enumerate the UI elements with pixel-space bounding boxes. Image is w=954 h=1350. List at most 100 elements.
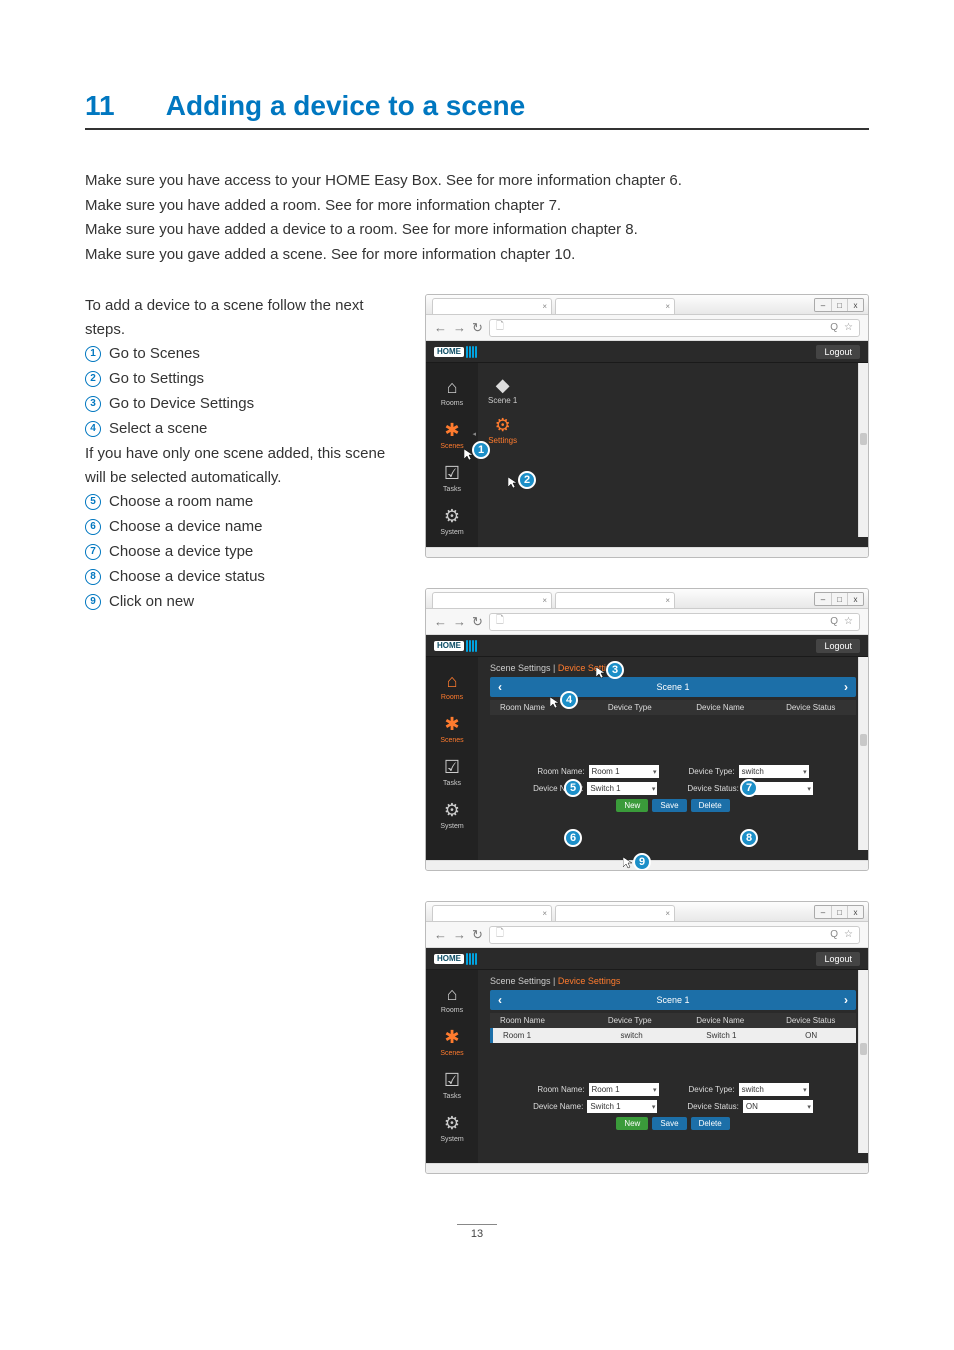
logout-button[interactable]: Logout [816, 639, 860, 653]
delete-button[interactable]: Delete [691, 1117, 730, 1130]
search-icon[interactable]: Q [830, 616, 838, 627]
device-type-select[interactable]: switch [739, 1083, 809, 1096]
bookmark-icon[interactable]: ☆ [844, 322, 853, 333]
new-button[interactable]: New [616, 1117, 648, 1130]
delete-button[interactable]: Delete [691, 799, 730, 812]
reload-icon[interactable]: ↻ [472, 320, 483, 336]
intro-line: Make sure you gave added a scene. See fo… [85, 244, 869, 267]
new-button[interactable]: New [616, 799, 648, 812]
col-device-status: Device Status [766, 1013, 857, 1028]
page-icon: 🗋 [496, 319, 504, 336]
tasks-icon: ☑ [439, 754, 465, 780]
back-icon[interactable]: ← [434, 320, 447, 335]
room-name-select[interactable]: Room 1 [589, 1083, 659, 1096]
address-bar[interactable]: 🗋 Q ☆ [489, 613, 860, 631]
bookmark-icon[interactable]: ☆ [844, 929, 853, 940]
callout-4: 4 [560, 691, 578, 709]
tab-close-icon[interactable]: × [542, 909, 547, 918]
sidebar-item-tasks[interactable]: ☑Tasks [426, 749, 478, 792]
col-device-type: Device Type [585, 700, 676, 715]
sidebar-item-system[interactable]: ⚙System [426, 792, 478, 835]
chevron-right-icon[interactable]: › [844, 993, 848, 1007]
sidebar-item-system[interactable]: ⚙System [426, 498, 478, 541]
flyout-scene1[interactable]: ◆Scene 1 [478, 371, 527, 409]
step-text: Go to Device Settings [109, 392, 254, 416]
back-icon[interactable]: ← [434, 614, 447, 629]
form-area: Room Name: Room 1 Device Type: switch [490, 1083, 856, 1130]
app-sidebar: ⌂Rooms ✱Scenes ☑Tasks ⚙System [426, 657, 478, 860]
chevron-left-icon[interactable]: ‹ [498, 993, 502, 1007]
col-device-status: Device Status [766, 700, 857, 715]
device-name-select[interactable]: Switch 1 [587, 782, 657, 795]
browser-titlebar: × × – □ x [426, 295, 868, 315]
sidebar-item-system[interactable]: ⚙System [426, 1105, 478, 1148]
address-bar[interactable]: 🗋 Q ☆ [489, 319, 860, 337]
back-icon[interactable]: ← [434, 927, 447, 942]
sidebar-item-rooms[interactable]: ⌂Rooms [426, 369, 478, 412]
close-icon[interactable]: x [847, 593, 863, 605]
device-name-select[interactable]: Switch 1 [587, 1100, 657, 1113]
scrollbar-horizontal[interactable] [426, 1163, 868, 1173]
tab-close-icon[interactable]: × [542, 596, 547, 605]
minimize-icon[interactable]: – [815, 906, 831, 918]
chevron-left-icon[interactable]: ‹ [498, 680, 502, 694]
step-num: 2 [85, 371, 101, 387]
crumb-device-settings[interactable]: Device Settings [558, 976, 621, 986]
scene-selector[interactable]: ‹ Scene 1 › [490, 677, 856, 697]
tab-close-icon[interactable]: × [542, 302, 547, 311]
save-button[interactable]: Save [652, 799, 686, 812]
logout-button[interactable]: Logout [816, 952, 860, 966]
maximize-icon[interactable]: □ [831, 593, 847, 605]
close-icon[interactable]: x [847, 299, 863, 311]
bookmark-icon[interactable]: ☆ [844, 616, 853, 627]
step-num: 5 [85, 494, 101, 510]
scrollbar-horizontal[interactable] [426, 547, 868, 557]
reload-icon[interactable]: ↻ [472, 614, 483, 630]
search-icon[interactable]: Q [830, 929, 838, 940]
forward-icon[interactable]: → [453, 320, 466, 335]
sidebar-item-tasks[interactable]: ☑Tasks [426, 455, 478, 498]
scrollbar-vertical[interactable] [858, 363, 868, 537]
forward-icon[interactable]: → [453, 927, 466, 942]
forward-icon[interactable]: → [453, 614, 466, 629]
step-num: 8 [85, 569, 101, 585]
crumb-scene-settings[interactable]: Scene Settings [490, 976, 551, 986]
scrollbar-vertical[interactable] [858, 970, 868, 1153]
room-name-select[interactable]: Room 1 [589, 765, 659, 778]
sidebar-item-rooms[interactable]: ⌂Rooms [426, 663, 478, 706]
step-num: 7 [85, 544, 101, 560]
sidebar-item-scenes[interactable]: ✱Scenes [426, 1019, 478, 1062]
scene-selector[interactable]: ‹ Scene 1 › [490, 990, 856, 1010]
tab-close-icon[interactable]: × [665, 909, 670, 918]
minimize-icon[interactable]: – [815, 299, 831, 311]
tab-close-icon[interactable]: × [665, 302, 670, 311]
sidebar-item-scenes[interactable]: ✱Scenes [426, 706, 478, 749]
browser-tab[interactable]: × [432, 905, 552, 921]
browser-tab[interactable]: × [432, 298, 552, 314]
sidebar-item-tasks[interactable]: ☑Tasks [426, 1062, 478, 1105]
callout-8: 8 [740, 829, 758, 847]
browser-tab[interactable]: × [432, 592, 552, 608]
room-name-label: Room Name: [537, 767, 584, 776]
logout-button[interactable]: Logout [816, 345, 860, 359]
browser-tab[interactable]: × [555, 592, 675, 608]
tab-close-icon[interactable]: × [665, 596, 670, 605]
minimize-icon[interactable]: – [815, 593, 831, 605]
chevron-right-icon[interactable]: › [844, 680, 848, 694]
address-bar[interactable]: 🗋 Q ☆ [489, 926, 860, 944]
crumb-scene-settings[interactable]: Scene Settings [490, 663, 551, 673]
browser-tab[interactable]: × [555, 905, 675, 921]
close-icon[interactable]: x [847, 906, 863, 918]
maximize-icon[interactable]: □ [831, 906, 847, 918]
save-button[interactable]: Save [652, 1117, 686, 1130]
sidebar-item-rooms[interactable]: ⌂Rooms [426, 976, 478, 1019]
device-status-select[interactable]: ON [743, 1100, 813, 1113]
scrollbar-vertical[interactable] [858, 657, 868, 850]
browser-tab[interactable]: × [555, 298, 675, 314]
search-icon[interactable]: Q [830, 322, 838, 333]
maximize-icon[interactable]: □ [831, 299, 847, 311]
table-row[interactable]: Room 1 switch Switch 1 ON [490, 1028, 856, 1043]
device-type-select[interactable]: switch [739, 765, 809, 778]
form-buttons: New Save Delete [490, 799, 856, 812]
reload-icon[interactable]: ↻ [472, 927, 483, 943]
